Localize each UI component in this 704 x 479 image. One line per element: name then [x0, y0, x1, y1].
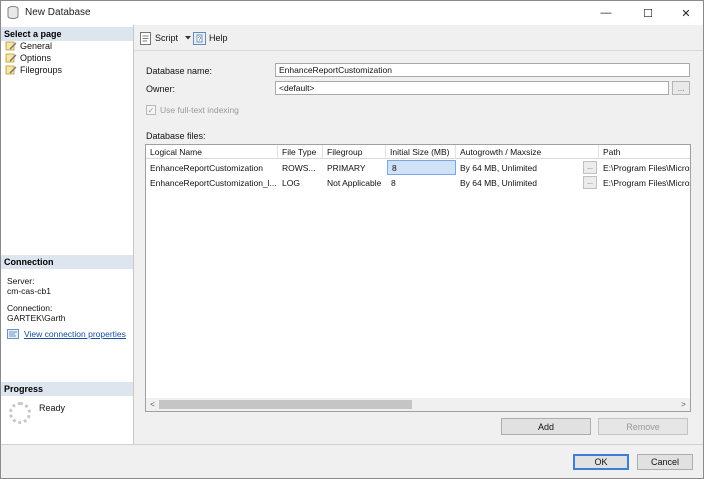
cancel-button[interactable]: Cancel	[637, 454, 693, 470]
title-bar[interactable]: New Database — ☐ ✕	[1, 1, 703, 25]
file-type-cell[interactable]: LOG	[278, 175, 323, 190]
progress-status: Ready	[39, 403, 66, 413]
new-database-window: New Database — ☐ ✕ Select a page General…	[0, 0, 704, 479]
close-button[interactable]: ✕	[669, 1, 703, 25]
help-button[interactable]: ? Help	[193, 30, 228, 46]
filegroup-cell[interactable]: PRIMARY	[323, 160, 386, 175]
view-connection-properties-link[interactable]: View connection properties	[7, 329, 126, 339]
view-connection-properties-label: View connection properties	[24, 329, 126, 339]
page-item-label: General	[20, 41, 53, 51]
maximize-button[interactable]: ☐	[631, 1, 665, 25]
page-item-options[interactable]: Options	[5, 52, 51, 64]
owner-browse-button[interactable]: ...	[672, 81, 690, 95]
database-icon	[7, 6, 19, 19]
wrench-page-icon	[5, 41, 17, 51]
server-label: Server:	[7, 276, 35, 286]
help-icon: ?	[193, 31, 206, 45]
autogrowth-cell: By 64 MB, Unlimited	[460, 178, 537, 188]
column-header[interactable]: Filegroup	[323, 145, 386, 159]
progress-header: Progress	[1, 382, 133, 396]
logical-name-cell[interactable]: EnhanceReportCustomization_l...	[146, 175, 278, 190]
page-item-filegroups[interactable]: Filegroups	[5, 64, 62, 76]
column-header[interactable]: Path	[599, 145, 690, 159]
wrench-page-icon	[5, 53, 17, 63]
database-files-grid: Logical Name File Type Filegroup Initial…	[145, 144, 691, 412]
chevron-down-icon	[185, 36, 192, 40]
initial-size-cell[interactable]: 8	[387, 175, 456, 190]
left-panel: Select a page General Options Filegroups…	[1, 25, 134, 444]
page-item-label: Options	[20, 53, 52, 63]
owner-label: Owner:	[146, 84, 176, 94]
wrench-page-icon	[5, 65, 17, 75]
ok-button[interactable]: OK	[573, 454, 629, 470]
owner-input[interactable]: <default>	[275, 81, 669, 95]
scroll-left-icon[interactable]: <	[146, 398, 159, 411]
column-header[interactable]: Initial Size (MB)	[386, 145, 456, 159]
minimize-button[interactable]: —	[589, 1, 623, 25]
connection-label: Connection:	[7, 303, 53, 313]
database-files-label: Database files:	[146, 131, 206, 141]
database-name-input[interactable]: EnhanceReportCustomization	[275, 63, 690, 77]
help-label: Help	[209, 33, 228, 43]
server-value: cm-cas-cb1	[7, 286, 51, 296]
file-type-cell[interactable]: ROWS...	[278, 160, 323, 175]
fulltext-indexing-checkbox[interactable]: ✓	[146, 105, 156, 115]
table-row[interactable]: EnhanceReportCustomization ROWS... PRIMA…	[146, 160, 690, 175]
column-header[interactable]: Autogrowth / Maxsize	[456, 145, 599, 159]
script-icon	[140, 31, 151, 45]
connection-value: GARTEK\Garth	[7, 313, 66, 323]
autogrowth-browse-button[interactable]: ...	[583, 176, 597, 189]
autogrowth-browse-button[interactable]: ...	[583, 161, 597, 174]
properties-icon	[7, 329, 19, 339]
dialog-button-bar: OK Cancel	[1, 444, 703, 478]
remove-file-button[interactable]: Remove	[598, 418, 688, 435]
page-item-label: Filegroups	[20, 65, 63, 75]
script-label: Script	[155, 33, 179, 43]
scrollbar-thumb[interactable]	[159, 400, 412, 409]
page-item-general[interactable]: General	[5, 40, 52, 52]
fulltext-indexing-label: Use full-text indexing	[160, 105, 239, 115]
path-cell[interactable]: E:\Program Files\Micros	[599, 160, 690, 175]
database-name-label: Database name:	[146, 66, 213, 76]
script-button[interactable]: Script	[140, 30, 195, 46]
select-page-header: Select a page	[1, 27, 133, 41]
table-row[interactable]: EnhanceReportCustomization_l... LOG Not …	[146, 175, 690, 190]
logical-name-cell[interactable]: EnhanceReportCustomization	[146, 160, 278, 175]
initial-size-cell[interactable]: 8	[387, 160, 456, 175]
toolbar: Script ? Help	[134, 25, 703, 51]
fulltext-indexing-row: ✓ Use full-text indexing	[146, 105, 239, 115]
path-cell[interactable]: E:\Program Files\Micros	[599, 175, 690, 190]
horizontal-scrollbar[interactable]: < >	[146, 398, 690, 411]
main-panel: Script ? Help Database name: EnhanceRepo…	[134, 25, 703, 444]
scroll-right-icon[interactable]: >	[677, 398, 690, 411]
autogrowth-cell: By 64 MB, Unlimited	[460, 163, 537, 173]
window-title: New Database	[25, 7, 91, 18]
grid-header: Logical Name File Type Filegroup Initial…	[146, 145, 690, 159]
add-file-button[interactable]: Add	[501, 418, 591, 435]
filegroup-cell[interactable]: Not Applicable	[323, 175, 386, 190]
progress-spinner-icon	[9, 402, 31, 424]
column-header[interactable]: Logical Name	[146, 145, 278, 159]
column-header[interactable]: File Type	[278, 145, 323, 159]
connection-header: Connection	[1, 255, 133, 269]
